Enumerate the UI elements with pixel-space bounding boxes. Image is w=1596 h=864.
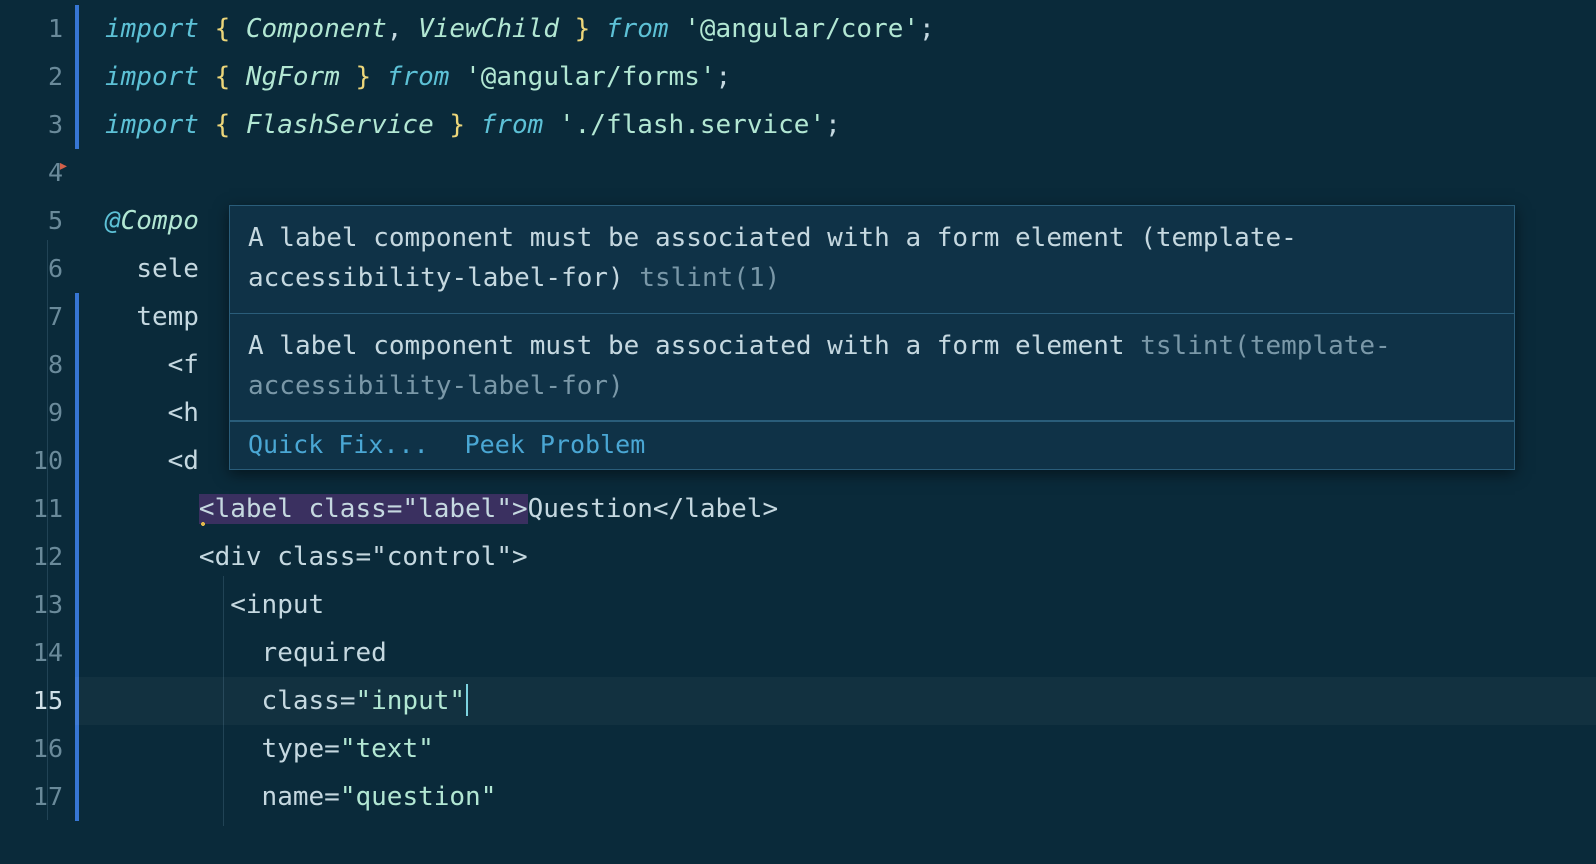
code-line[interactable]: import { FlashService } from './flash.se… <box>105 101 1596 149</box>
line-number: 14 <box>0 629 75 677</box>
line-number: 7 <box>0 293 75 341</box>
identifier: ViewChild <box>418 14 559 44</box>
line-number: 10 <box>0 437 75 485</box>
line-number: 1 <box>0 5 75 53</box>
brace: { <box>199 14 246 44</box>
identifier: Component <box>246 14 387 44</box>
text-cursor <box>466 684 468 716</box>
code-line[interactable]: import { Component, ViewChild } from '@a… <box>105 5 1596 53</box>
peek-problem-link[interactable]: Peek Problem <box>465 430 646 459</box>
hover-action-bar: Quick Fix... Peek Problem <box>230 421 1514 469</box>
fold-arrow-icon[interactable]: ▸ <box>58 155 69 176</box>
brace: } <box>559 14 606 44</box>
line-number: 6 <box>0 245 75 293</box>
code-line-current[interactable]: class="input" <box>75 677 1596 725</box>
code-line[interactable] <box>105 149 1596 197</box>
code-line[interactable]: name="question" <box>105 773 1596 821</box>
diagnostic-message: A label component must be associated wit… <box>230 314 1514 422</box>
line-number-gutter: 1 2 3 4 5 6 7 8 9 10 11 12 13 14 15 16 1… <box>0 0 75 864</box>
line-number: 9 <box>0 389 75 437</box>
problem-hover-tooltip[interactable]: A label component must be associated wit… <box>229 205 1515 470</box>
line-number: 5 <box>0 197 75 245</box>
line-number: 16 <box>0 725 75 773</box>
quick-fix-link[interactable]: Quick Fix... <box>248 430 429 459</box>
diagnostic-source: tslint(1) <box>639 263 780 293</box>
keyword-import: import <box>105 14 199 44</box>
line-number: 17 <box>0 773 75 821</box>
code-line[interactable]: required <box>105 629 1596 677</box>
keyword-from: from <box>606 14 669 44</box>
decorator-at: @ <box>105 206 121 236</box>
decorator-name: Compo <box>121 206 199 236</box>
line-number: 13 <box>0 581 75 629</box>
comma: , <box>387 14 418 44</box>
line-number: 11 <box>0 485 75 533</box>
semicolon: ; <box>919 14 935 44</box>
code-line[interactable]: <div class="control"> <box>105 533 1596 581</box>
code-line[interactable]: <input <box>105 581 1596 629</box>
line-number: 15 <box>0 677 75 725</box>
line-number: 3 <box>0 101 75 149</box>
line-number: 12 <box>0 533 75 581</box>
line-number: 2 <box>0 53 75 101</box>
code-line[interactable]: import { NgForm } from '@angular/forms'; <box>105 53 1596 101</box>
code-line[interactable]: <label class="label">Question</label> <box>105 485 1596 533</box>
string: '@angular/core' <box>684 14 919 44</box>
line-number: 8 <box>0 341 75 389</box>
diagnostic-message: A label component must be associated wit… <box>230 206 1514 314</box>
indent-guide <box>47 240 48 820</box>
code-line[interactable]: type="text" <box>105 725 1596 773</box>
warning-squiggle[interactable]: <label class="label"> <box>199 494 528 524</box>
